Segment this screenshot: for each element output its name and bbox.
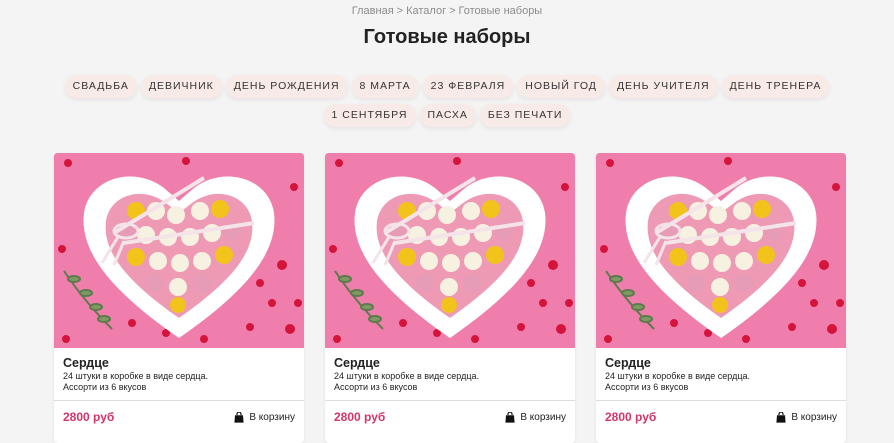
shopping-bag-icon <box>234 411 244 423</box>
product-footer: 2800 руб В корзину <box>54 400 304 424</box>
add-to-cart-button[interactable]: В корзину <box>505 411 566 423</box>
category-chip-february-23[interactable]: 23 февраля <box>422 75 514 98</box>
shopping-bag-icon <box>776 411 786 423</box>
add-to-cart-button[interactable]: В корзину <box>234 411 295 423</box>
breadcrumb: Главная > Каталог > Готовые наборы <box>0 5 894 17</box>
breadcrumb-current: Готовые наборы <box>458 5 543 17</box>
product-footer: 2800 руб В корзину <box>325 400 575 424</box>
category-chip-birthday[interactable]: День рождения <box>225 75 348 98</box>
breadcrumb-separator: > <box>449 5 456 17</box>
product-description-line: 24 штуки в коробке в виде сердца. <box>605 371 751 381</box>
product-info: Сердце 24 штуки в коробке в виде сердца.… <box>325 348 575 393</box>
product-description-line: Ассорти из 6 вкусов <box>605 382 689 392</box>
product-grid: Сердце 24 штуки в коробке в виде сердца.… <box>54 153 846 443</box>
product-description-line: Ассорти из 6 вкусов <box>334 382 418 392</box>
category-chip-no-print[interactable]: Без печати <box>479 104 571 127</box>
category-chip-september-1[interactable]: 1 сентября <box>323 104 416 127</box>
product-title[interactable]: Сердце <box>63 356 295 370</box>
product-card[interactable]: Сердце 24 штуки в коробке в виде сердца.… <box>54 153 304 443</box>
page-title: Готовые наборы <box>363 26 531 48</box>
product-footer: 2800 руб В корзину <box>596 400 846 424</box>
product-description-line: Ассорти из 6 вкусов <box>63 382 147 392</box>
product-description-line: 24 штуки в коробке в виде сердца. <box>334 371 480 381</box>
product-description-line: 24 штуки в коробке в виде сердца. <box>63 371 209 381</box>
shopping-bag-icon <box>505 411 515 423</box>
product-card[interactable]: Сердце 24 штуки в коробке в виде сердца.… <box>596 153 846 443</box>
add-to-cart-label: В корзину <box>520 411 566 423</box>
product-price: 2800 руб <box>605 410 657 424</box>
category-chip-bachelorette[interactable]: Девичник <box>140 75 222 98</box>
product-price: 2800 руб <box>63 410 115 424</box>
product-image[interactable] <box>54 153 304 348</box>
product-image[interactable] <box>596 153 846 348</box>
product-title[interactable]: Сердце <box>605 356 837 370</box>
category-chip-coach-day[interactable]: День тренера <box>721 75 830 98</box>
add-to-cart-label: В корзину <box>791 411 837 423</box>
product-card[interactable]: Сердце 24 штуки в коробке в виде сердца.… <box>325 153 575 443</box>
add-to-cart-button[interactable]: В корзину <box>776 411 837 423</box>
category-filter-list: Свадьба Девичник День рождения 8 марта 2… <box>48 75 846 127</box>
add-to-cart-label: В корзину <box>249 411 295 423</box>
category-chip-wedding[interactable]: Свадьба <box>64 75 137 98</box>
category-chip-easter[interactable]: Пасха <box>419 104 476 127</box>
product-image[interactable] <box>325 153 575 348</box>
category-chip-teachers-day[interactable]: День учителя <box>608 75 718 98</box>
breadcrumb-home-link[interactable]: Главная <box>352 5 394 17</box>
category-chip-new-year[interactable]: Новый год <box>517 75 605 98</box>
category-chip-march-8[interactable]: 8 марта <box>351 75 419 98</box>
product-price: 2800 руб <box>334 410 386 424</box>
breadcrumb-catalog-link[interactable]: Каталог <box>406 5 446 17</box>
breadcrumb-separator: > <box>396 5 404 17</box>
product-info: Сердце 24 штуки в коробке в виде сердца.… <box>596 348 846 393</box>
product-title[interactable]: Сердце <box>334 356 566 370</box>
product-info: Сердце 24 штуки в коробке в виде сердца.… <box>54 348 304 393</box>
